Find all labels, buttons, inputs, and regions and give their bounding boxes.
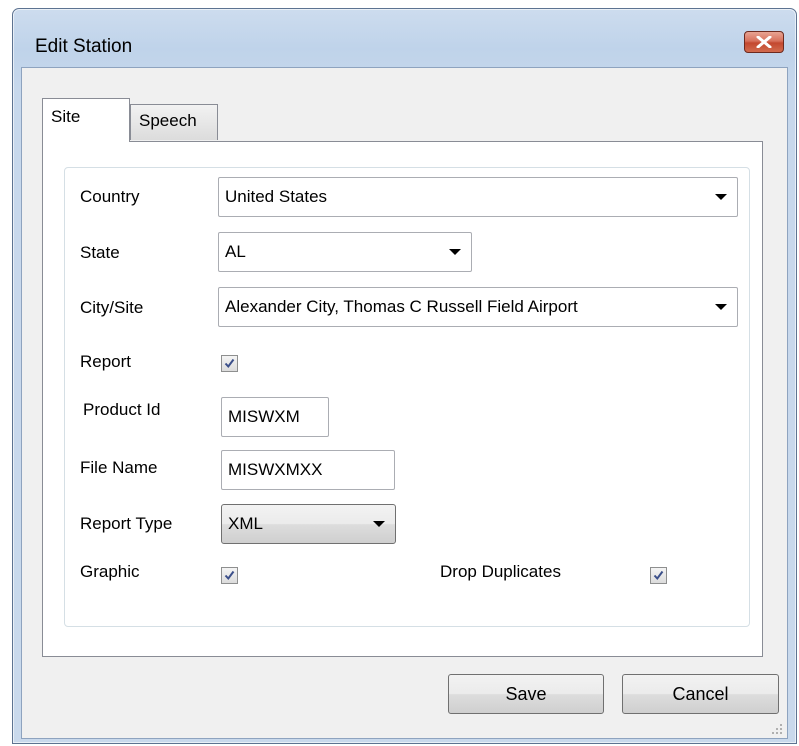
window-title: Edit Station xyxy=(35,36,133,57)
country-label: Country xyxy=(80,187,140,206)
state-label: State xyxy=(80,243,120,262)
checkmark-icon xyxy=(653,570,664,581)
tab-site-label: Site xyxy=(51,107,81,126)
file-name-field[interactable]: MISWXMXX xyxy=(221,450,395,490)
state-value: AL xyxy=(225,242,246,261)
country-value: United States xyxy=(225,187,328,206)
save-button[interactable]: Save xyxy=(448,674,604,714)
site-tab-panel: Country United States State AL City/Site xyxy=(42,141,763,657)
chevron-down-icon xyxy=(373,521,385,527)
tab-site[interactable]: Site xyxy=(42,98,130,142)
state-dropdown[interactable]: AL xyxy=(218,232,472,272)
report-type-label: Report Type xyxy=(80,514,173,533)
tab-speech-label: Speech xyxy=(139,111,197,130)
product-id-value: MISWXM xyxy=(228,407,300,426)
checkmark-icon xyxy=(224,570,235,581)
product-id-label: Product Id xyxy=(83,400,161,419)
graphic-label: Graphic xyxy=(80,562,140,581)
product-id-field[interactable]: MISWXM xyxy=(221,397,329,437)
resize-grip-icon[interactable] xyxy=(771,722,783,734)
country-dropdown[interactable]: United States xyxy=(218,177,738,217)
chevron-down-icon xyxy=(715,194,727,200)
site-group-box: Country United States State AL City/Site xyxy=(64,167,750,627)
chevron-down-icon xyxy=(715,304,727,310)
report-checkbox[interactable] xyxy=(221,355,238,372)
close-icon xyxy=(756,36,772,48)
file-name-label: File Name xyxy=(80,458,158,477)
close-button[interactable] xyxy=(744,31,784,53)
city-site-value: Alexander City, Thomas C Russell Field A… xyxy=(225,297,578,316)
chevron-down-icon xyxy=(449,249,461,255)
edit-station-dialog: Edit Station Site Speech Country United … xyxy=(12,8,797,744)
background-window xyxy=(0,0,12,746)
drop-duplicates-label: Drop Duplicates xyxy=(440,562,561,581)
report-type-dropdown[interactable]: XML xyxy=(221,504,396,544)
tab-speech[interactable]: Speech xyxy=(130,104,218,140)
title-bar[interactable]: Edit Station xyxy=(13,9,796,59)
graphic-checkbox[interactable] xyxy=(221,567,238,584)
report-label: Report xyxy=(80,352,132,371)
city-site-dropdown[interactable]: Alexander City, Thomas C Russell Field A… xyxy=(218,287,738,327)
dialog-client-area: Site Speech Country United States State xyxy=(21,67,788,739)
file-name-value: MISWXMXX xyxy=(228,460,323,479)
cancel-button[interactable]: Cancel xyxy=(622,674,779,714)
report-type-value: XML xyxy=(228,514,263,533)
checkmark-icon xyxy=(224,358,235,369)
drop-duplicates-checkbox[interactable] xyxy=(650,567,667,584)
screen: Edit Station Site Speech Country United … xyxy=(0,0,799,746)
city-site-label: City/Site xyxy=(80,298,144,317)
